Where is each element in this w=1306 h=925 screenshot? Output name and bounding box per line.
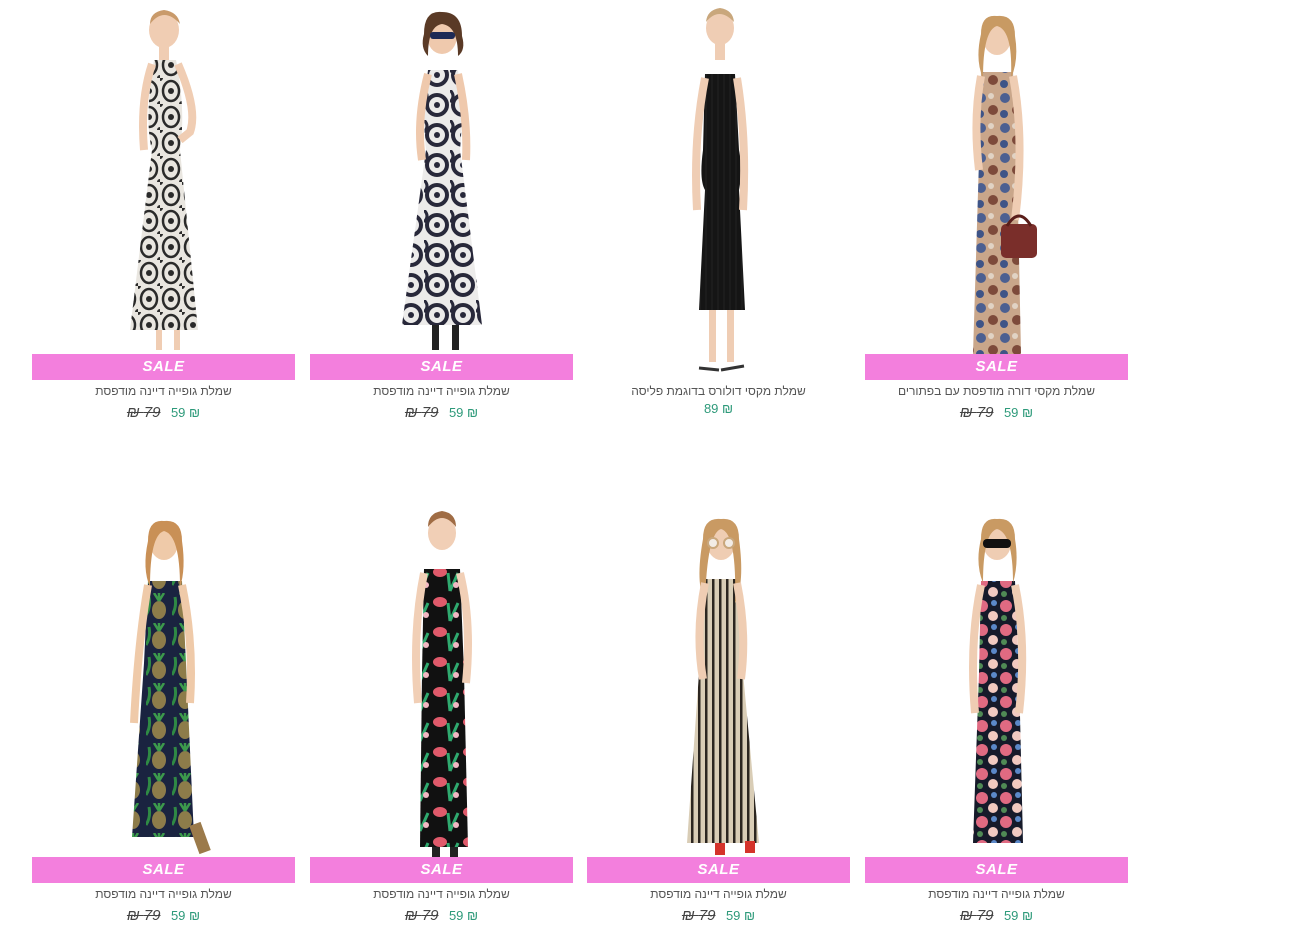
- sale-badge: SALE: [865, 354, 1128, 380]
- sale-price: ₪ 89: [703, 401, 734, 416]
- original-price: 79 ₪: [404, 907, 439, 924]
- product-prices: ₪ 59 79 ₪: [865, 404, 1128, 422]
- product-card[interactable]: SALE שמלת גופייה דיינה מודפסת ₪ 59 79 ₪: [310, 503, 573, 925]
- product-photo[interactable]: [310, 503, 573, 857]
- sale-price: ₪ 59: [170, 405, 201, 420]
- product-card[interactable]: SALE שמלת מקסי דורה מודפסת עם בפתורים ₪ …: [865, 0, 1128, 422]
- sale-badge: SALE: [32, 857, 295, 883]
- product-prices: ₪ 59 79 ₪: [310, 907, 573, 925]
- sale-badge: SALE: [865, 857, 1128, 883]
- original-price: 79 ₪: [959, 907, 994, 924]
- sale-badge: SALE: [310, 857, 573, 883]
- product-title[interactable]: שמלת גופייה דיינה מודפסת: [32, 384, 295, 398]
- product-prices: ₪ 59 79 ₪: [32, 404, 295, 422]
- sale-price: ₪ 59: [1003, 405, 1034, 420]
- sale-price: ₪ 59: [1003, 908, 1034, 923]
- product-title[interactable]: שמלת גופייה דיינה מודפסת: [865, 887, 1128, 901]
- original-price: 79 ₪: [681, 907, 716, 924]
- sale-price: ₪ 59: [448, 908, 479, 923]
- product-photo[interactable]: [310, 0, 573, 354]
- product-title[interactable]: שמלת מקסי דולורס בדוגמת פליסה: [587, 384, 850, 398]
- sale-badge: SALE: [587, 857, 850, 883]
- product-photo[interactable]: [32, 503, 295, 857]
- sale-price: ₪ 59: [170, 908, 201, 923]
- product-card[interactable]: SALE שמלת גופייה דיינה מודפסת ₪ 59 79 ₪: [32, 503, 295, 925]
- product-photo[interactable]: [587, 503, 850, 857]
- original-price: 79 ₪: [404, 404, 439, 421]
- product-prices: ₪ 59 79 ₪: [587, 907, 850, 925]
- product-title[interactable]: שמלת גופייה דיינה מודפסת: [310, 887, 573, 901]
- product-title[interactable]: שמלת גופייה דיינה מודפסת: [587, 887, 850, 901]
- product-prices: ₪ 59 79 ₪: [32, 907, 295, 925]
- original-price: 79 ₪: [959, 404, 994, 421]
- product-card[interactable]: SALE שמלת גופייה דיינה מודפסת ₪ 59 79 ₪: [865, 503, 1128, 925]
- product-title[interactable]: שמלת מקסי דורה מודפסת עם בפתורים: [865, 384, 1128, 398]
- sale-price: ₪ 59: [448, 405, 479, 420]
- product-photo[interactable]: [865, 0, 1128, 354]
- product-photo[interactable]: [32, 0, 295, 354]
- product-card[interactable]: SALE שמלת גופייה דיינה מודפסת ₪ 59 79 ₪: [32, 0, 295, 422]
- sale-badge: SALE: [310, 354, 573, 380]
- product-photo[interactable]: [865, 503, 1128, 857]
- product-prices: ₪ 59 79 ₪: [310, 404, 573, 422]
- original-price: 79 ₪: [126, 404, 161, 421]
- product-photo[interactable]: [587, 0, 850, 380]
- sale-price: ₪ 59: [725, 908, 756, 923]
- sale-badge: SALE: [32, 354, 295, 380]
- product-prices: ₪ 89: [587, 400, 850, 418]
- product-title[interactable]: שמלת גופייה דיינה מודפסת: [310, 384, 573, 398]
- product-card[interactable]: SALE שמלת גופייה דיינה מודפסת ₪ 59 79 ₪: [310, 0, 573, 422]
- product-card[interactable]: SALE שמלת גופייה דיינה מודפסת ₪ 59 79 ₪: [587, 503, 850, 925]
- product-title[interactable]: שמלת גופייה דיינה מודפסת: [32, 887, 295, 901]
- product-card[interactable]: שמלת מקסי דולורס בדוגמת פליסה ₪ 89: [587, 0, 850, 418]
- original-price: 79 ₪: [126, 907, 161, 924]
- product-prices: ₪ 59 79 ₪: [865, 907, 1128, 925]
